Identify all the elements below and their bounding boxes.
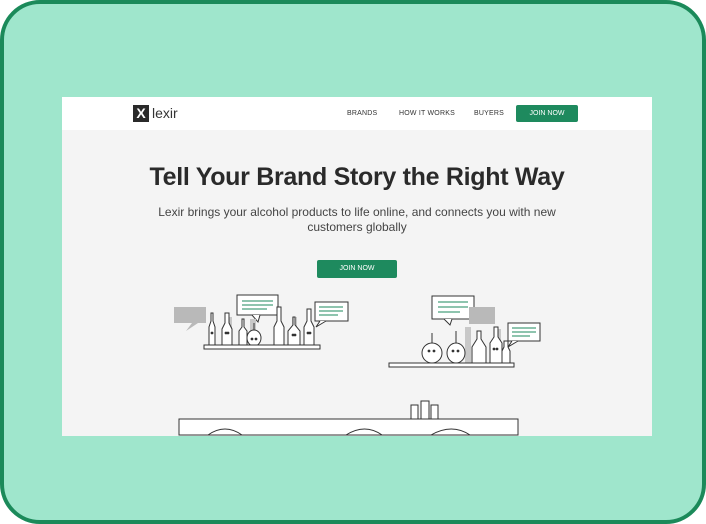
hero-title: Tell Your Brand Story the Right Way (149, 163, 565, 191)
lexir-logo-icon[interactable]: X (133, 105, 149, 122)
bottles-bar-illustration (174, 294, 541, 436)
hero-subtitle: Lexir brings your alcohol products to li… (158, 205, 556, 234)
nav-link-how-it-works[interactable]: HOW IT WORKS (399, 109, 455, 119)
bar-counter-illustration (178, 400, 519, 436)
lexir-logo-text[interactable]: lexir (152, 105, 178, 122)
device-frame: X lexir BRANDS HOW IT WORKS BUYERS JOIN … (0, 0, 706, 524)
hero-join-now-button[interactable]: JOIN NOW (317, 260, 397, 278)
nav-link-buyers[interactable]: BUYERS (474, 109, 504, 119)
nav-join-now-button[interactable]: JOIN NOW (516, 105, 578, 122)
website-page: X lexir BRANDS HOW IT WORKS BUYERS JOIN … (62, 97, 652, 436)
nav-link-brands[interactable]: BRANDS (347, 109, 377, 119)
right-shelf-illustration (388, 295, 541, 368)
top-navbar: X lexir BRANDS HOW IT WORKS BUYERS JOIN … (62, 97, 652, 130)
left-shelf-illustration (174, 294, 349, 350)
